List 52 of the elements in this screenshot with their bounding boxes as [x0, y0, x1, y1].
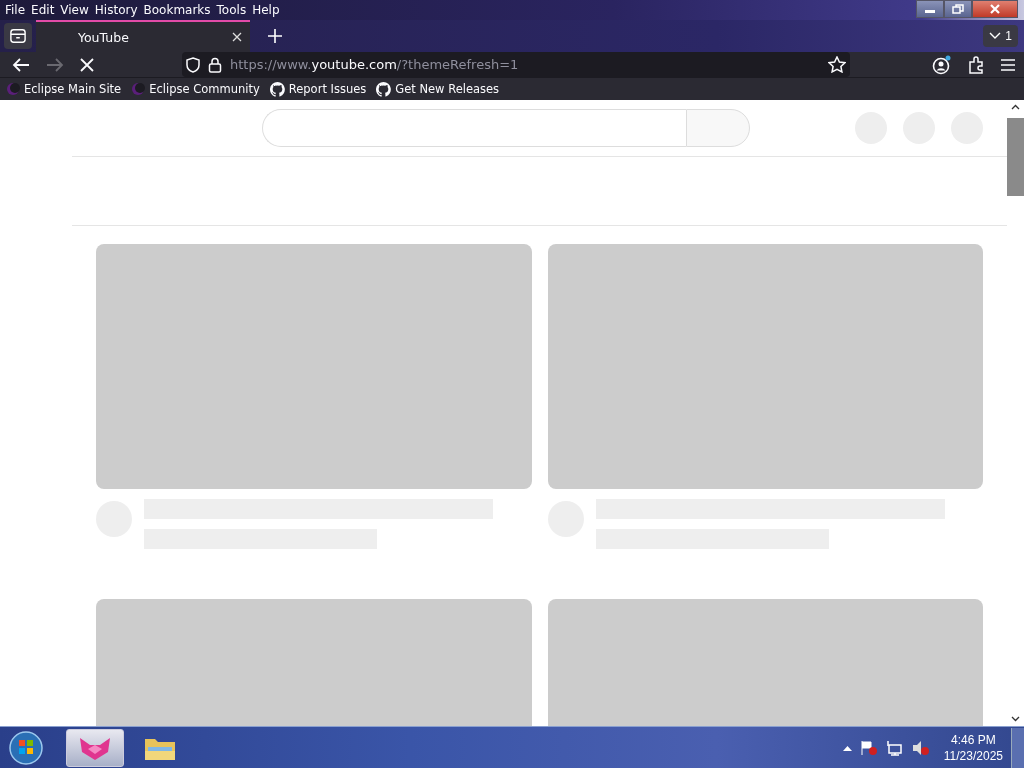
cat-icon [269, 81, 285, 97]
bookmark-item[interactable]: Report Issues [269, 81, 367, 97]
menu-item[interactable]: View [57, 3, 92, 17]
chevron-down-icon [989, 32, 1002, 40]
back-icon[interactable] [12, 56, 30, 73]
cat-icon [376, 81, 392, 97]
scroll-up-icon[interactable] [1011, 104, 1020, 110]
tab-title: YouTube [78, 29, 130, 45]
network-icon[interactable] [885, 739, 904, 756]
clock-date: 11/23/2025 [943, 747, 1003, 764]
close-tab-icon[interactable] [232, 32, 242, 42]
taskbar-app-button[interactable] [66, 728, 124, 767]
account-icon[interactable] [932, 54, 952, 75]
new-tab-icon[interactable] [268, 29, 282, 43]
menu-item[interactable]: Tools [213, 3, 250, 17]
menu-item[interactable]: Edit [28, 3, 58, 17]
tray-expand-icon[interactable] [842, 744, 852, 751]
bookmark-item[interactable]: Eclipse Main Site [6, 82, 122, 96]
show-desktop-button[interactable] [1011, 727, 1024, 768]
fox-icon [78, 735, 112, 760]
search-button-placeholder [686, 109, 750, 147]
restore-icon [952, 4, 964, 14]
menu-item[interactable]: Bookmarks [140, 3, 214, 17]
puzzle-icon[interactable] [968, 55, 984, 74]
menu-item[interactable]: History [91, 3, 141, 17]
url-text: https://www.youtube.com/?themeRefresh=1 [230, 57, 520, 72]
menu-item[interactable]: File [2, 3, 29, 17]
bookmark-item[interactable]: Eclipse Community [131, 82, 260, 96]
restore-button[interactable] [944, 0, 972, 18]
close-icon [989, 4, 1001, 14]
moon-icon [131, 82, 146, 96]
flag-icon[interactable] [859, 739, 878, 756]
close-button[interactable] [972, 0, 1018, 18]
forward-icon[interactable] [46, 56, 64, 73]
menu-icon[interactable] [1000, 57, 1016, 72]
lock-icon[interactable] [208, 56, 222, 73]
scrollbar-thumb[interactable] [1007, 118, 1024, 196]
scroll-down-icon[interactable] [1011, 716, 1020, 722]
start-button[interactable] [8, 729, 44, 766]
browser-tab[interactable]: YouTube [36, 20, 250, 52]
list-tabs-button[interactable]: 1 [983, 25, 1018, 47]
shield-icon[interactable] [186, 56, 200, 73]
menu-item[interactable]: Help [249, 3, 283, 17]
address-bar[interactable]: https://www.youtube.com/?themeRefresh=1 [182, 52, 850, 77]
bookmark-item[interactable]: Get New Releases [376, 81, 500, 97]
stop-icon[interactable] [80, 57, 94, 72]
muted-speaker-icon[interactable] [911, 739, 930, 756]
moon-icon [6, 82, 20, 96]
clock-time: 4:46 PM [951, 731, 996, 748]
minimize-button[interactable] [916, 0, 944, 18]
tab-manager-icon[interactable] [4, 23, 32, 49]
bookmark-star-icon[interactable] [828, 56, 846, 73]
